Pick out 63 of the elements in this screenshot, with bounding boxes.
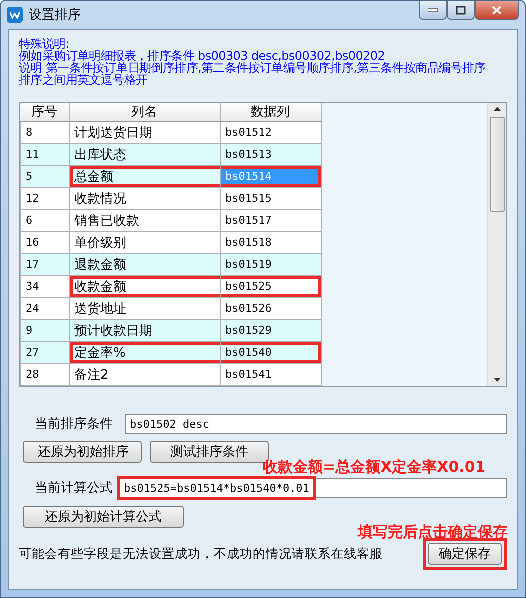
table-cell: 出库状态 [69,144,220,166]
instruction-text: 说明 第一条件按订单日期倒序排序,第二条件按订单编号顺序排序,第三条件按商品编号排序 [19,62,487,74]
table-cell: 5 [20,166,69,188]
table-cell[interactable]: bs01519 [220,254,321,276]
app-icon [7,7,23,23]
table-cell: 28 [20,364,69,386]
minimize-icon [428,8,438,12]
table-cell[interactable]: bs01540 [220,342,321,364]
save-button[interactable]: 确定保存 [428,543,502,565]
table-cell[interactable]: bs01541 [220,364,321,386]
scroll-up-icon[interactable] [494,107,500,111]
table-cell: 34 [20,276,69,298]
reset-sort-button[interactable]: 还原为初始排序 [23,441,142,463]
table-cell[interactable]: bs01526 [220,298,321,320]
table-cell: 定金率% [69,342,220,364]
table-cell: 收款金额 [69,276,220,298]
table-cell: 预计收款日期 [69,320,220,342]
instruction-text: 排序之间用英文逗号格开 [19,74,148,86]
scrollbar-thumb[interactable] [490,117,504,212]
close-button[interactable] [475,1,519,20]
formula-field[interactable]: bs01525=bs01514*bs01540*0.01 [119,478,507,498]
column-header[interactable]: 列名 [69,103,220,122]
table-cell: 送货地址 [69,298,220,320]
table-cell[interactable]: bs01525 [220,276,321,298]
scroll-down-icon[interactable] [494,378,500,382]
table-cell: 12 [20,188,69,210]
minimize-button[interactable] [419,1,447,20]
table-cell[interactable]: bs01529 [220,320,321,342]
close-icon [492,6,502,14]
field-label: 当前排序条件 [34,416,114,433]
table-cell: 11 [20,144,69,166]
table-cell: 计划送货日期 [69,122,220,144]
window-title: 设置排序 [29,7,82,24]
table-cell: 退款金额 [69,254,220,276]
maximize-icon [456,6,466,14]
table-cell: 27 [20,342,69,364]
table-cell[interactable]: bs01513 [220,144,321,166]
column-header[interactable]: 数据列 [220,103,321,122]
table-cell: 备注2 [69,364,220,386]
scrollbar[interactable] [487,103,506,386]
table-cell: 收款情况 [69,188,220,210]
table-cell[interactable]: bs01517 [220,210,321,232]
field-label: 当前计算公式 [34,480,114,497]
column-header[interactable]: 序号 [20,103,69,122]
table-cell: 销售已收款 [69,210,220,232]
table-cell: 16 [20,232,69,254]
sort-condition-field[interactable]: bs01502 desc [125,414,507,434]
table-cell: 24 [20,298,69,320]
reset-formula-button[interactable]: 还原为初始计算公式 [23,506,184,528]
table-cell: 8 [20,122,69,144]
table-cell[interactable]: bs01518 [220,232,321,254]
table-cell: 单价级别 [69,232,220,254]
table-cell: 6 [20,210,69,232]
instruction-text: 例如采购订单明细报表，排序条件 bs00303 desc,bs00302,bs00202 [19,50,386,62]
table-cell: 17 [20,254,69,276]
maximize-button[interactable] [447,1,475,20]
formula-value: bs01525=bs01514*bs01540*0.01 [120,479,314,497]
table-cell[interactable]: bs01512 [220,122,321,144]
table-cell: 9 [20,320,69,342]
table-cell[interactable]: bs01515 [220,188,321,210]
info-message: 可能会有些字段是无法设置成功，不成功的情况请联系在线客服 [19,546,384,562]
instruction-text: 特殊说明: [19,38,70,50]
table-cell: 总金额 [69,166,220,188]
